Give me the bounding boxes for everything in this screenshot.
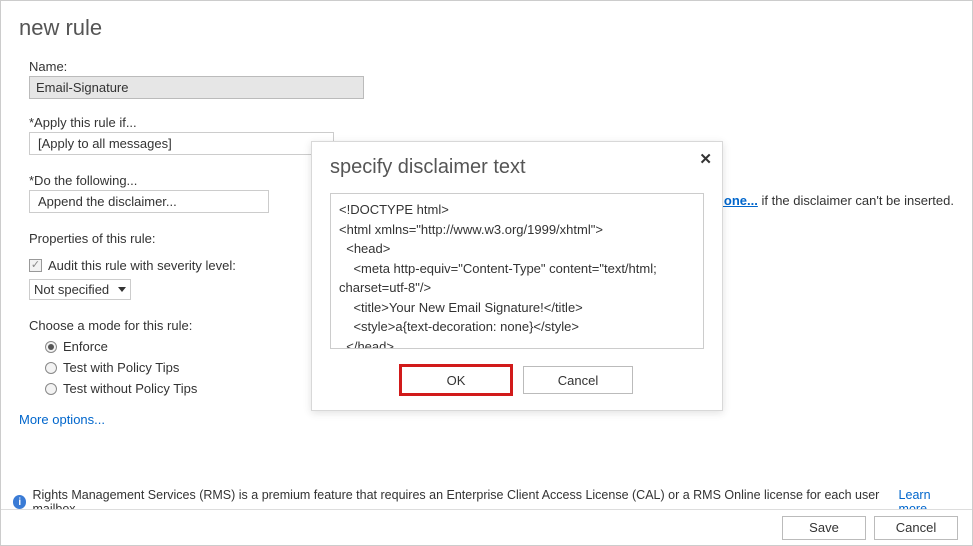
close-icon[interactable]: ✕ xyxy=(699,150,712,168)
do-following-dropdown[interactable]: Append the disclaimer... xyxy=(29,190,269,213)
dialog-title: specify disclaimer text xyxy=(330,156,704,179)
apply-rule-label: *Apply this rule if... xyxy=(29,115,954,130)
disclaimer-textarea[interactable] xyxy=(330,193,704,349)
disclaimer-dialog: ✕ specify disclaimer text OK Cancel xyxy=(311,141,723,411)
info-icon: i xyxy=(13,495,26,509)
severity-value: Not specified xyxy=(34,282,109,297)
dialog-cancel-button[interactable]: Cancel xyxy=(523,366,633,394)
audit-checkbox[interactable]: ✓ xyxy=(29,259,42,272)
mode-option-label: Test with Policy Tips xyxy=(63,360,179,375)
action-hint-suffix: if the disclaimer can't be inserted. xyxy=(758,193,954,208)
mode-radio-test-no-tips[interactable] xyxy=(45,383,57,395)
mode-option-label: Enforce xyxy=(63,339,108,354)
mode-option-label: Test without Policy Tips xyxy=(63,381,197,396)
chevron-down-icon xyxy=(118,287,126,292)
ok-button[interactable]: OK xyxy=(401,366,511,394)
footer-bar: Save Cancel xyxy=(1,509,972,545)
apply-rule-dropdown[interactable]: [Apply to all messages] xyxy=(29,132,334,155)
more-options-link[interactable]: More options... xyxy=(19,412,105,427)
save-button[interactable]: Save xyxy=(782,516,866,540)
mode-radio-enforce[interactable] xyxy=(45,341,57,353)
cancel-button[interactable]: Cancel xyxy=(874,516,958,540)
name-label: Name: xyxy=(29,59,954,74)
mode-radio-test-tips[interactable] xyxy=(45,362,57,374)
page-title: new rule xyxy=(19,15,954,41)
name-input[interactable]: Email-Signature xyxy=(29,76,364,99)
audit-label: Audit this rule with severity level: xyxy=(48,258,236,273)
severity-select[interactable]: Not specified xyxy=(29,279,131,300)
